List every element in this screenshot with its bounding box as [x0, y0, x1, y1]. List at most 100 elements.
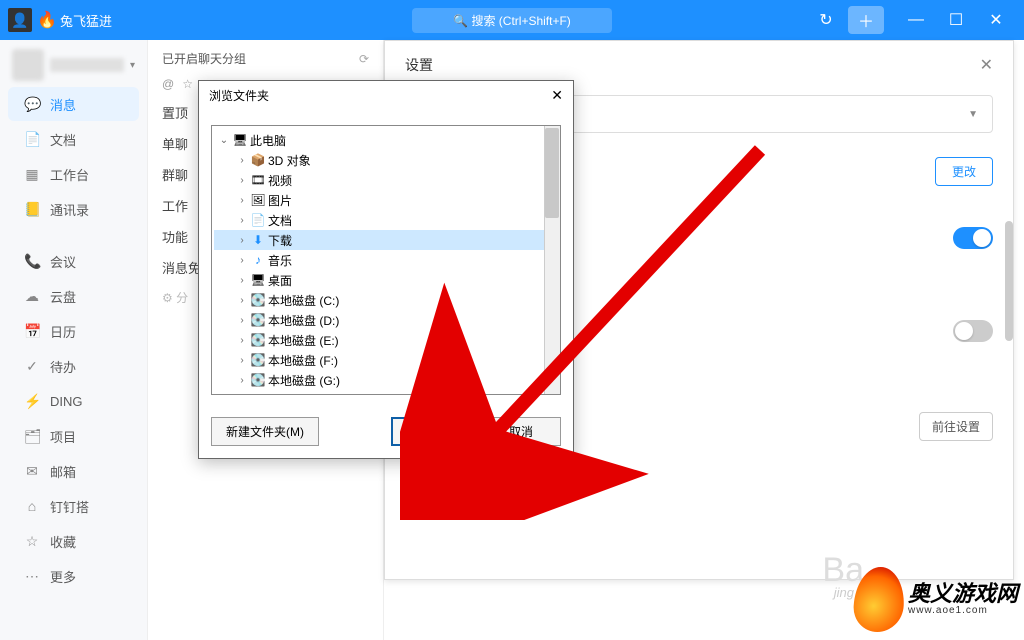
sidebar-item-4[interactable]: 📞会议 — [8, 244, 139, 278]
refresh-icon[interactable]: ⟳ — [359, 52, 369, 66]
sidebar-item-3[interactable]: 📒通讯录 — [8, 192, 139, 226]
collapse-icon[interactable]: ⌄ — [218, 135, 230, 146]
tree-label: 本地磁盘 (D:) — [268, 312, 339, 329]
cancel-button[interactable]: 取消 — [481, 417, 561, 446]
sidebar-item-5[interactable]: ☁云盘 — [8, 279, 139, 313]
user-avatar[interactable]: 👤 — [8, 8, 32, 32]
expand-icon[interactable]: › — [236, 315, 248, 326]
app-titlebar: 👤 🔥 兔飞猛进 🔍 搜索 (Ctrl+Shift+F) ↻ ＋ — ☐ ✕ — [0, 0, 1024, 40]
tree-label: 图片 — [268, 192, 292, 209]
sidebar-item-7[interactable]: ✓待办 — [8, 349, 139, 383]
tree-label: 下载 — [268, 232, 292, 249]
watermark-url: www.aoe1.com — [908, 605, 1018, 616]
nav-icon: ⋯ — [24, 568, 40, 585]
minimize-button[interactable]: — — [896, 0, 936, 40]
nav-icon: 💬 — [24, 96, 40, 113]
nav-label: 更多 — [50, 567, 76, 586]
scroll-thumb[interactable] — [545, 128, 559, 218]
folder-icon: ⬇ — [250, 232, 266, 248]
expand-icon[interactable]: › — [236, 195, 248, 206]
expand-icon[interactable]: › — [236, 355, 248, 366]
dialog-title: 浏览文件夹 — [209, 87, 269, 104]
sidebar-item-10[interactable]: ✉邮箱 — [8, 454, 139, 488]
change-button[interactable]: 更改 — [935, 157, 993, 186]
tree-item-9[interactable]: ›💽本地磁盘 (E:) — [214, 330, 558, 350]
nav-icon: 📅 — [24, 323, 40, 340]
sidebar-item-12[interactable]: ☆收藏 — [8, 524, 139, 558]
sidebar-item-1[interactable]: 📄文档 — [8, 122, 139, 156]
main-sidebar: ▾ 💬消息📄文档 ▦ 工作台 📒通讯录 📞会议☁云盘 📅 日历 ✓待办⚡DING🗂项目✉邮箱⌂… — [0, 40, 148, 640]
watermark-jing: jing — [834, 585, 854, 600]
folder-icon: 🎞 — [250, 172, 266, 188]
tree-item-10[interactable]: ›💽本地磁盘 (F:) — [214, 350, 558, 370]
dialog-titlebar: 浏览文件夹 ✕ — [199, 81, 573, 111]
settings-close-button[interactable]: ✕ — [980, 55, 993, 75]
tree-root[interactable]: ⌄🖥此电脑 — [214, 130, 558, 150]
expand-icon[interactable]: › — [236, 255, 248, 266]
folder-icon: ♪ — [250, 252, 266, 268]
tree-item-4[interactable]: ›⬇下载 — [214, 230, 558, 250]
chevron-down-icon: ▾ — [130, 60, 135, 71]
computer-icon: 🖥 — [232, 132, 248, 148]
nav-label: 日历 — [50, 322, 76, 341]
tree-item-8[interactable]: ›💽本地磁盘 (D:) — [214, 310, 558, 330]
settings-scrollbar[interactable] — [1005, 221, 1013, 341]
toggle-on[interactable] — [953, 227, 993, 249]
nav-icon: 🗂 — [24, 428, 40, 445]
folder-icon: 🖼 — [250, 192, 266, 208]
new-folder-button[interactable]: 新建文件夹(M) — [211, 417, 319, 446]
star-filter[interactable]: ☆ — [182, 77, 193, 91]
nav-label: 工作台 — [50, 165, 89, 184]
expand-icon[interactable]: › — [236, 295, 248, 306]
folder-icon: 💽 — [250, 312, 266, 328]
dialog-buttons: 新建文件夹(M) 确定 取消 — [199, 405, 573, 458]
expand-icon[interactable]: › — [236, 155, 248, 166]
nav-label: 钉钉搭 — [50, 497, 89, 516]
tree-item-5[interactable]: ›♪音乐 — [214, 250, 558, 270]
tree-item-3[interactable]: ›📄文档 — [214, 210, 558, 230]
history-button[interactable]: ↻ — [808, 6, 844, 34]
expand-icon[interactable]: › — [236, 235, 248, 246]
nav-icon: ✉ — [24, 463, 40, 480]
tree-item-7[interactable]: ›💽本地磁盘 (C:) — [214, 290, 558, 310]
sidebar-item-9[interactable]: 🗂项目 — [8, 419, 139, 453]
folder-icon: 🖥 — [250, 272, 266, 288]
tree-label: 本地磁盘 (F:) — [268, 352, 338, 369]
sidebar-item-8[interactable]: ⚡DING — [8, 384, 139, 418]
sidebar-item-0[interactable]: 💬消息 — [8, 87, 139, 121]
caret-down-icon: ▼ — [968, 109, 978, 120]
sidebar-item-2[interactable]: ▦ 工作台 — [8, 157, 139, 191]
expand-icon[interactable]: › — [236, 215, 248, 226]
nav-icon: ▦ — [24, 166, 40, 183]
close-button[interactable]: ✕ — [976, 0, 1016, 40]
folder-icon: 💽 — [250, 352, 266, 368]
toggle-off[interactable] — [953, 320, 993, 342]
tree-item-2[interactable]: ›🖼图片 — [214, 190, 558, 210]
tree-label: 本地磁盘 (E:) — [268, 332, 339, 349]
expand-icon[interactable]: › — [236, 275, 248, 286]
tree-item-1[interactable]: ›🎞视频 — [214, 170, 558, 190]
sidebar-user[interactable]: ▾ — [0, 44, 147, 86]
sidebar-item-6[interactable]: 📅 日历 — [8, 314, 139, 348]
ok-button[interactable]: 确定 — [391, 417, 471, 446]
at-filter[interactable]: @ — [162, 77, 174, 91]
nav-label: DING — [50, 394, 83, 409]
maximize-button[interactable]: ☐ — [936, 0, 976, 40]
conv-header: 已开启聊天分组 ⟳ — [162, 50, 369, 67]
tree-item-0[interactable]: ›📦3D 对象 — [214, 150, 558, 170]
titlebar-actions: ↻ ＋ — ☐ ✕ — [808, 0, 1016, 40]
add-button[interactable]: ＋ — [848, 6, 884, 34]
sidebar-item-13[interactable]: ⋯ 更多 — [8, 559, 139, 593]
tree-label: 本地磁盘 (G:) — [268, 372, 340, 389]
tree-item-11[interactable]: ›💽本地磁盘 (G:) — [214, 370, 558, 390]
nav-label: 通讯录 — [50, 200, 89, 219]
expand-icon[interactable]: › — [236, 375, 248, 386]
expand-icon[interactable]: › — [236, 175, 248, 186]
global-search[interactable]: 🔍 搜索 (Ctrl+Shift+F) — [412, 8, 612, 33]
tree-scrollbar[interactable] — [544, 126, 560, 394]
sidebar-item-11[interactable]: ⌂钉钉搭 — [8, 489, 139, 523]
efficiency-settings-button[interactable]: 前往设置 — [919, 412, 993, 441]
dialog-close-button[interactable]: ✕ — [551, 87, 563, 104]
tree-item-6[interactable]: ›🖥桌面 — [214, 270, 558, 290]
expand-icon[interactable]: › — [236, 335, 248, 346]
